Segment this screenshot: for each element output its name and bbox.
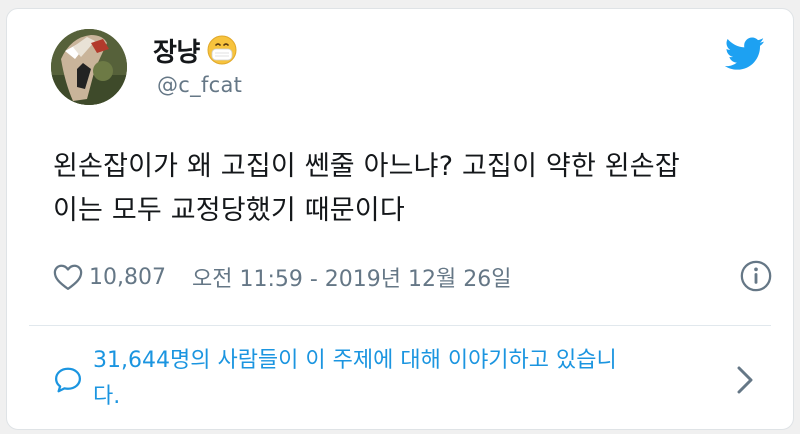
face-with-medical-mask-icon [207,35,237,65]
timestamp[interactable]: 오전 11:59 - 2019년 12월 26일 [192,261,511,293]
tweet-text-line: 이는 모두 교정당했기 때문이다 [53,195,405,226]
tweet-card: 장냥 @c_fcat 왼손잡이가 왜 고집이 쎈줄 아느냐? 고집이 약한 왼손… [6,8,794,430]
conversation-link[interactable]: 31,644명의 사람들이 이 주제에 대해 이야기하고 있습니 다. [53,343,773,421]
avatar-image [51,29,127,105]
tweet-text: 왼손잡이가 왜 고집이 쎈줄 아느냐? 고집이 약한 왼손잡 이는 모두 교정당… [53,145,773,233]
twitter-bird-icon[interactable] [725,37,765,71]
like-button[interactable]: 10,807 [53,263,166,291]
info-circle-icon[interactable] [739,259,773,293]
like-count: 10,807 [89,264,166,290]
conversation-text-line: 다. [93,384,121,409]
speech-bubble-icon [55,367,81,393]
display-name-text: 장냥 [153,37,200,68]
divider [29,325,771,326]
tweet-meta: 10,807 오전 11:59 - 2019년 12월 26일 [53,257,773,297]
conversation-text-line: 31,644명의 사람들이 이 주제에 대해 이야기하고 있습니 [93,348,617,373]
tweet-text-line: 왼손잡이가 왜 고집이 쎈줄 아느냐? 고집이 약한 왼손잡 [53,151,680,182]
heart-outline-icon [53,264,83,290]
avatar[interactable] [51,29,127,105]
chevron-right-icon [737,366,753,394]
display-name[interactable]: 장냥 [153,33,238,68]
conversation-text: 31,644명의 사람들이 이 주제에 대해 이야기하고 있습니 다. [93,343,713,415]
user-handle[interactable]: @c_fcat [157,73,242,97]
